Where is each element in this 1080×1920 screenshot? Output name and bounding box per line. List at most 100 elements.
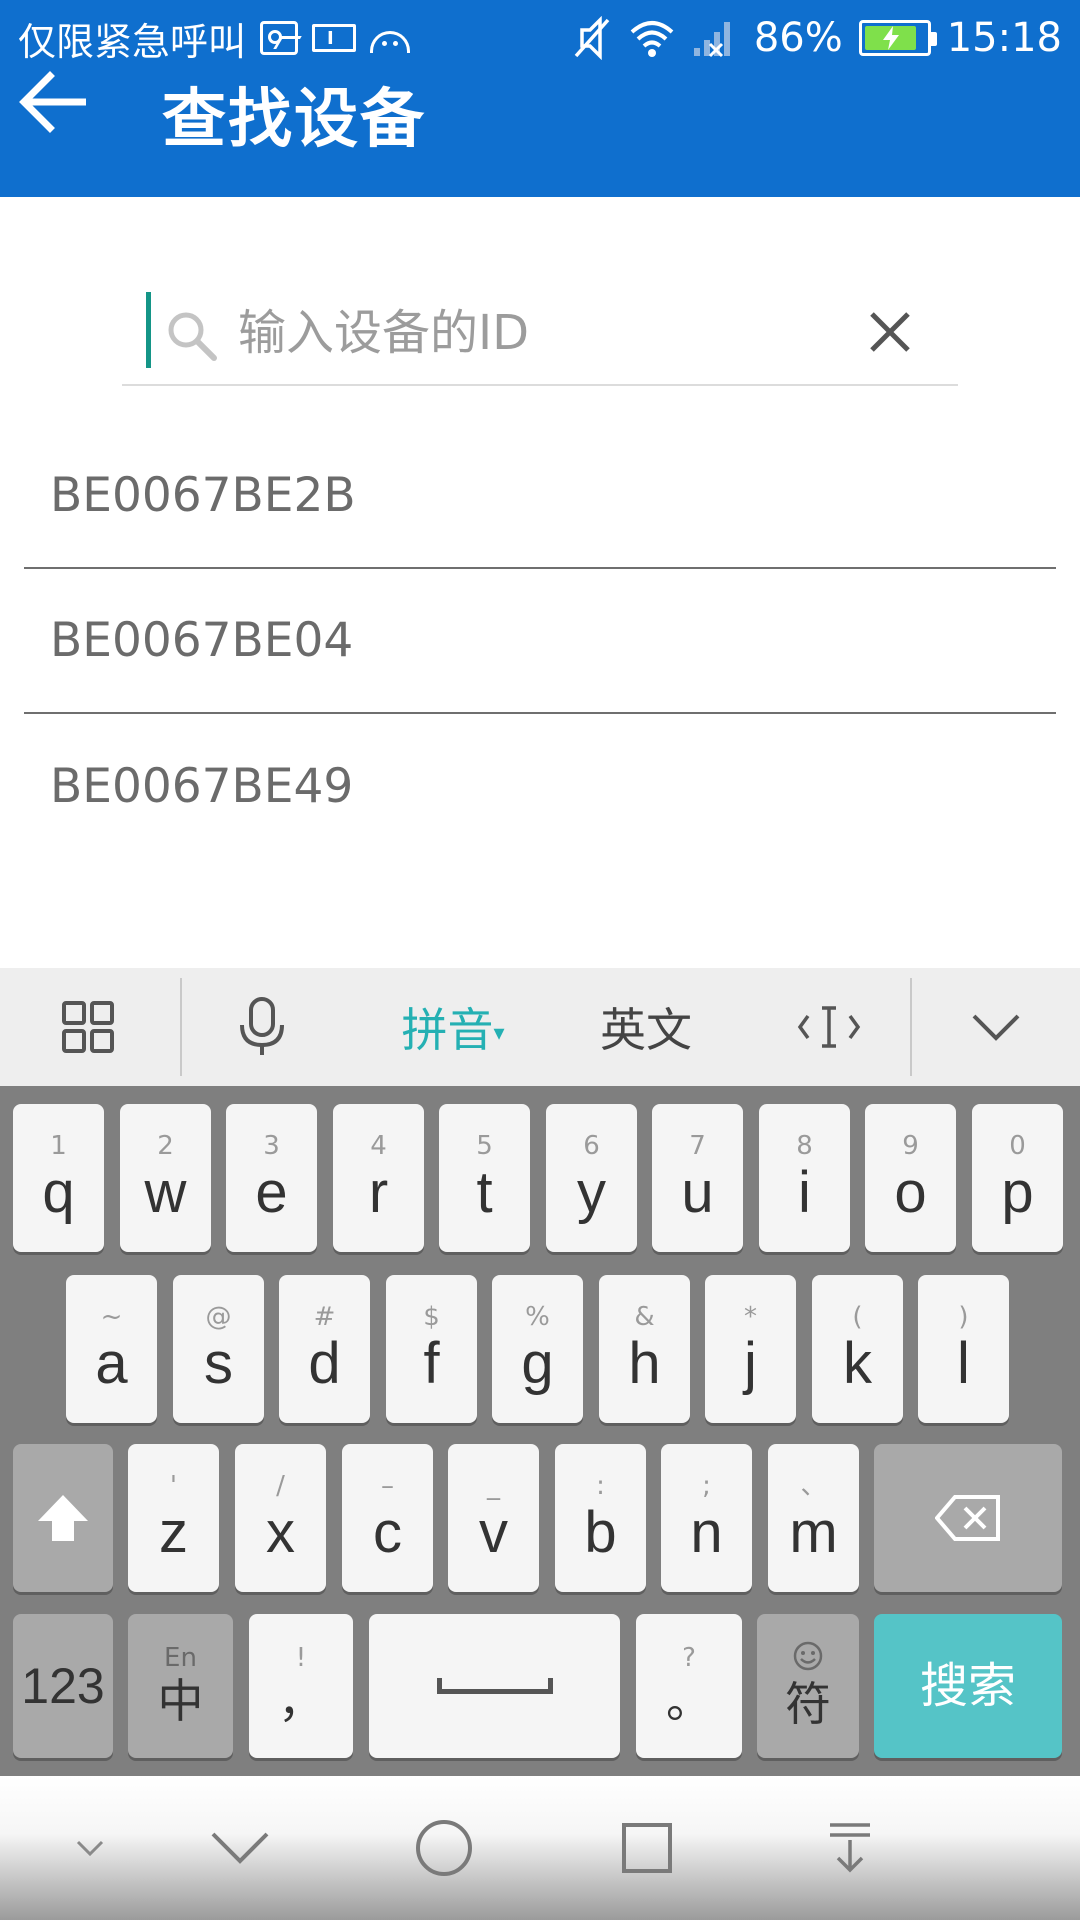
ime-menu-button[interactable] <box>40 968 136 1086</box>
cursor-move-icon <box>797 1006 861 1048</box>
key-b[interactable]: :b <box>555 1444 646 1592</box>
key-hint: # <box>313 1302 336 1332</box>
cursor-control-button[interactable] <box>786 968 872 1086</box>
list-item[interactable]: BE0067BE49 <box>24 714 1056 859</box>
key-a[interactable]: ~ a <box>66 1275 157 1423</box>
language-key[interactable]: En 中 <box>128 1614 233 1758</box>
hide-keyboard-button[interactable] <box>950 968 1042 1086</box>
key-label: d <box>308 1331 341 1396</box>
key-label: w <box>144 1160 187 1225</box>
android-icon <box>370 31 411 53</box>
back-button[interactable] <box>12 62 92 142</box>
key-label: 。 <box>666 1674 712 1728</box>
space-key[interactable] <box>369 1614 620 1758</box>
device-id: BE0067BE04 <box>50 613 354 668</box>
nav-recents-button[interactable] <box>607 1776 687 1920</box>
key-label: r <box>368 1160 389 1225</box>
key-i[interactable]: 8i <box>759 1104 850 1252</box>
key-hint: En <box>164 1643 197 1673</box>
grid-icon <box>62 1001 114 1053</box>
numeric-key[interactable]: 123 <box>13 1614 113 1758</box>
wifi-icon <box>628 18 676 58</box>
key-p[interactable]: 0p <box>972 1104 1063 1252</box>
backspace-key[interactable] <box>874 1444 1062 1592</box>
nav-back-button[interactable] <box>200 1776 280 1920</box>
key-l[interactable]: ) l <box>918 1275 1009 1423</box>
key-label: h <box>628 1331 661 1396</box>
key-hint: % <box>525 1302 550 1332</box>
key-label: l <box>957 1331 970 1396</box>
key-z[interactable]: ' z <box>128 1444 219 1592</box>
key-n[interactable]: ; n <box>661 1444 752 1592</box>
english-tab[interactable]: 英文 <box>584 968 708 1086</box>
symbol-key[interactable]: 符 <box>757 1614 859 1758</box>
recents-square-icon <box>622 1823 672 1873</box>
key-hint: 9 <box>902 1131 919 1161</box>
key-hint: 8 <box>796 1131 813 1161</box>
voice-input-button[interactable] <box>218 968 306 1086</box>
key-j[interactable]: * j <box>705 1275 796 1423</box>
page-title: 查找设备 <box>162 83 426 157</box>
key-k[interactable]: (k <box>812 1275 903 1423</box>
key-x[interactable]: / x <box>235 1444 326 1592</box>
list-item[interactable]: BE0067BE04 <box>24 569 1056 714</box>
header: 仅限紧急呼叫 I 86% 15:18 查找设备 <box>0 0 1080 197</box>
key-c[interactable]: – c <box>342 1444 433 1592</box>
key-v[interactable]: _ v <box>448 1444 539 1592</box>
divider <box>910 978 912 1076</box>
search-icon <box>168 312 217 361</box>
period-key[interactable]: ?。 <box>636 1614 742 1758</box>
battery-icon <box>858 20 937 56</box>
key-d[interactable]: # d <box>279 1275 370 1423</box>
key-t[interactable]: 5t <box>439 1104 530 1252</box>
search-key[interactable]: 搜索 <box>874 1614 1062 1758</box>
key-o[interactable]: 9o <box>865 1104 956 1252</box>
key-w[interactable]: 2w <box>120 1104 211 1252</box>
key-s[interactable]: @ s <box>173 1275 264 1423</box>
battery-percent: 86% <box>753 15 843 61</box>
comma-key[interactable]: !， <box>249 1614 353 1758</box>
key-hint: 3 <box>263 1131 280 1161</box>
text-cursor <box>146 292 151 368</box>
key-label: 搜索 <box>919 1658 1016 1714</box>
key-e[interactable]: 3e <box>226 1104 317 1252</box>
key-hint: ; <box>702 1471 711 1501</box>
key-label: g <box>521 1331 554 1396</box>
key-q[interactable]: 1q <box>13 1104 104 1252</box>
key-u[interactable]: 7u <box>652 1104 743 1252</box>
pinyin-label: 拼音▾ <box>401 1003 505 1057</box>
back-chevron-icon <box>211 1832 269 1864</box>
key-label: t <box>476 1160 493 1225</box>
nav-notification-button[interactable] <box>810 1776 890 1920</box>
key-hint: ? <box>682 1643 696 1673</box>
key-label: c <box>373 1500 402 1565</box>
shift-key[interactable] <box>13 1444 113 1592</box>
key-hint: & <box>634 1302 655 1332</box>
key-g[interactable]: % g <box>492 1275 583 1423</box>
key-label: 中 <box>157 1674 204 1728</box>
key-r[interactable]: 4r <box>333 1104 424 1252</box>
list-item[interactable]: BE0067BE2B <box>24 424 1056 569</box>
status-left: 仅限紧急呼叫 I <box>18 10 411 66</box>
backspace-icon <box>935 1495 1000 1541</box>
status-right: 86% 15:18 <box>572 8 1062 68</box>
search-input[interactable] <box>238 298 798 368</box>
key-m[interactable]: 、 m <box>768 1444 859 1592</box>
app-bar: 查找设备 <box>0 62 1080 157</box>
hide-keyboard-nav-button[interactable] <box>60 1776 120 1920</box>
key-hint: 0 <box>1009 1131 1026 1161</box>
nav-home-button[interactable] <box>404 1776 484 1920</box>
key-hint: 6 <box>583 1131 600 1161</box>
key-f[interactable]: $ f <box>386 1275 477 1423</box>
key-hint: 7 <box>689 1131 706 1161</box>
close-icon <box>870 312 910 352</box>
tv-icon: I <box>312 24 357 52</box>
key-y[interactable]: 6y <box>546 1104 637 1252</box>
search-bar <box>122 282 958 386</box>
key-hint: ' <box>169 1471 178 1501</box>
key-h[interactable]: & h <box>599 1275 690 1423</box>
key-label: q <box>42 1160 75 1225</box>
pinyin-tab[interactable]: 拼音▾ <box>380 968 526 1086</box>
device-id: BE0067BE2B <box>50 468 356 523</box>
clear-button[interactable] <box>862 304 918 360</box>
